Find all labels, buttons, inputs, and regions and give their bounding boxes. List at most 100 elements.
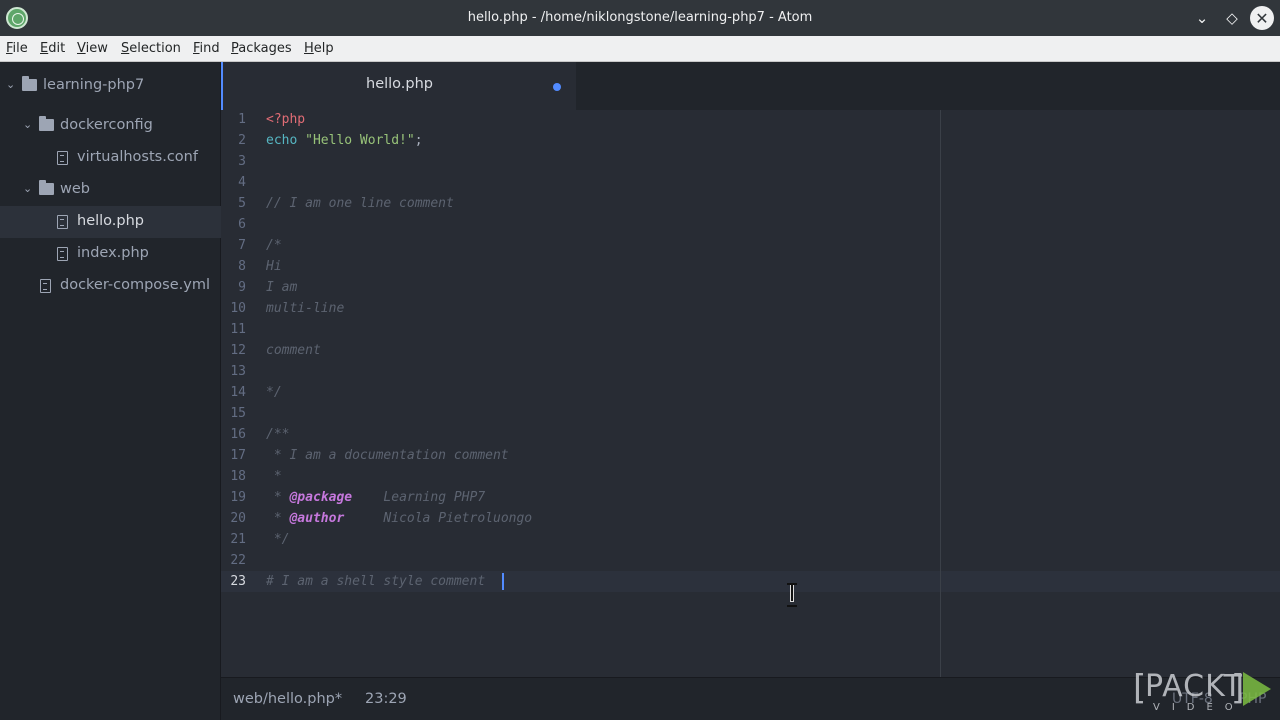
file-icon — [40, 279, 51, 293]
tree-item-index-php[interactable]: index.php — [0, 238, 221, 270]
code-line-19: * @package Learning PHP7 — [266, 490, 485, 505]
tree-item-learning-php7[interactable]: ⌄ learning-php7 — [0, 70, 221, 102]
menu-find[interactable]: Find — [193, 41, 220, 56]
minimize-button[interactable]: ⌄ — [1190, 6, 1214, 30]
line-number: 14 — [230, 385, 246, 400]
tree-item-label: docker-compose.yml — [60, 277, 210, 293]
text-cursor — [502, 573, 504, 590]
menu-find-label: ind — [199, 41, 220, 56]
line-number: 1 — [238, 112, 246, 127]
code-line-10: multi-line — [266, 301, 345, 316]
code-line-1: <?php — [266, 112, 306, 127]
code-line-20: * @author Nicola Pietroluongo — [266, 511, 532, 526]
line-number: 22 — [230, 553, 246, 568]
tab-hello-php[interactable]: hello.php — [221, 62, 576, 110]
menu-view-label: iew — [85, 41, 108, 56]
line-number: 7 — [238, 238, 246, 253]
status-file-path[interactable]: web/hello.php* — [233, 691, 342, 707]
title-bar: hello.php - /home/niklongstone/learning-… — [0, 0, 1280, 36]
menu-file-label: ile — [12, 41, 28, 56]
line-number: 10 — [230, 301, 246, 316]
close-button[interactable]: ✕ — [1250, 6, 1274, 30]
modified-indicator-icon[interactable] — [553, 83, 561, 91]
tree-item-label: hello.php — [77, 213, 144, 229]
packt-video-watermark: [ PACKT ] VIDEO — [1133, 668, 1273, 716]
line-number-gutter[interactable]: 1 2 3 4 5 6 7 8 9 10 11 12 13 14 15 16 1… — [221, 110, 261, 677]
tree-item-docker-compose-yml[interactable]: docker-compose.yml — [0, 270, 221, 302]
project-tree: ⌄ learning-php7 ⌄ dockerconfig virtualho… — [0, 62, 221, 720]
menu-bar: File Edit View Selection Find Packages H… — [0, 36, 1280, 62]
file-icon — [57, 215, 68, 229]
menu-selection-label: election — [129, 41, 181, 56]
code-token-comment: Nicola Pietroluongo — [344, 511, 533, 526]
line-number: 19 — [230, 490, 246, 505]
line-number: 16 — [230, 427, 246, 442]
tree-item-virtualhosts-conf[interactable]: virtualhosts.conf — [0, 142, 221, 174]
code-line-12: comment — [266, 343, 321, 358]
code-line-18: * — [266, 469, 282, 484]
line-number: 6 — [238, 217, 246, 232]
code-line-21: */ — [266, 532, 290, 547]
line-number: 2 — [238, 133, 246, 148]
tree-item-label: virtualhosts.conf — [77, 149, 198, 165]
menu-edit[interactable]: Edit — [40, 41, 65, 56]
line-number: 8 — [238, 259, 246, 274]
menu-packages[interactable]: Packages — [231, 41, 292, 56]
line-number: 15 — [230, 406, 246, 421]
tree-item-label: web — [60, 181, 90, 197]
folder-icon — [22, 76, 37, 91]
file-icon — [57, 247, 68, 261]
watermark-sub: VIDEO — [1153, 702, 1245, 713]
tab-label: hello.php — [366, 76, 433, 92]
line-number: 21 — [230, 532, 246, 547]
line-number: 11 — [230, 322, 246, 337]
watermark-brand: PACKT — [1145, 669, 1243, 704]
menu-help[interactable]: Help — [304, 41, 334, 56]
line-number: 12 — [230, 343, 246, 358]
tab-bar: hello.php — [221, 62, 1280, 110]
menu-edit-mnemonic: E — [40, 41, 49, 56]
tree-item-dockerconfig[interactable]: ⌄ dockerconfig — [0, 110, 221, 142]
code-line-9: I am — [266, 280, 298, 295]
menu-file[interactable]: File — [6, 41, 28, 56]
chevron-down-icon[interactable]: ⌄ — [23, 118, 33, 131]
code-line-17: * I am a documentation comment — [266, 448, 509, 463]
chevron-down-icon[interactable]: ⌄ — [6, 78, 16, 91]
file-icon — [57, 151, 68, 165]
wrap-guide — [940, 110, 941, 677]
mouse-ibeam-cursor — [787, 583, 797, 607]
line-number-active: 23 — [230, 574, 246, 589]
line-number: 9 — [238, 280, 246, 295]
tree-item-web[interactable]: ⌄ web — [0, 174, 221, 206]
code-token-comment: * — [266, 490, 290, 505]
code-line-5: // I am one line comment — [266, 196, 454, 211]
line-number: 4 — [238, 175, 246, 190]
code-token-keyword: echo — [266, 133, 298, 148]
code-line-2: echo "Hello World!"; — [266, 133, 423, 148]
maximize-button[interactable]: ◇ — [1220, 6, 1244, 30]
code-line-16: /** — [266, 427, 290, 442]
menu-help-label: elp — [313, 41, 334, 56]
code-token-doc-tag: @author — [289, 511, 345, 526]
code-line-23: # I am a shell style comment — [266, 574, 486, 589]
line-number: 5 — [238, 196, 246, 211]
tree-item-hello-php[interactable]: hello.php — [0, 206, 221, 238]
code-token-punctuation: ; — [414, 133, 423, 148]
code-line-14: */ — [266, 385, 282, 400]
menu-packages-label: ackages — [238, 41, 292, 56]
menu-edit-label: dit — [48, 41, 66, 56]
code-token-string: "Hello World!" — [305, 133, 415, 148]
folder-icon — [39, 116, 54, 131]
chevron-down-icon[interactable]: ⌄ — [23, 182, 33, 195]
code-token-doc-tag: @package — [289, 490, 353, 505]
code-line-7: /* — [266, 238, 282, 253]
menu-view[interactable]: View — [77, 41, 108, 56]
window-title: hello.php - /home/niklongstone/learning-… — [467, 10, 813, 25]
status-cursor-position[interactable]: 23:29 — [365, 691, 407, 707]
text-editor[interactable]: 1 2 3 4 5 6 7 8 9 10 11 12 13 14 15 16 1… — [221, 110, 1280, 677]
menu-selection[interactable]: Selection — [121, 41, 181, 56]
tree-item-label: learning-php7 — [43, 77, 145, 93]
status-bar: web/hello.php* 23:29 UTF-8 PHP — [221, 677, 1280, 720]
line-number: 3 — [238, 154, 246, 169]
tree-item-label: dockerconfig — [60, 117, 153, 133]
